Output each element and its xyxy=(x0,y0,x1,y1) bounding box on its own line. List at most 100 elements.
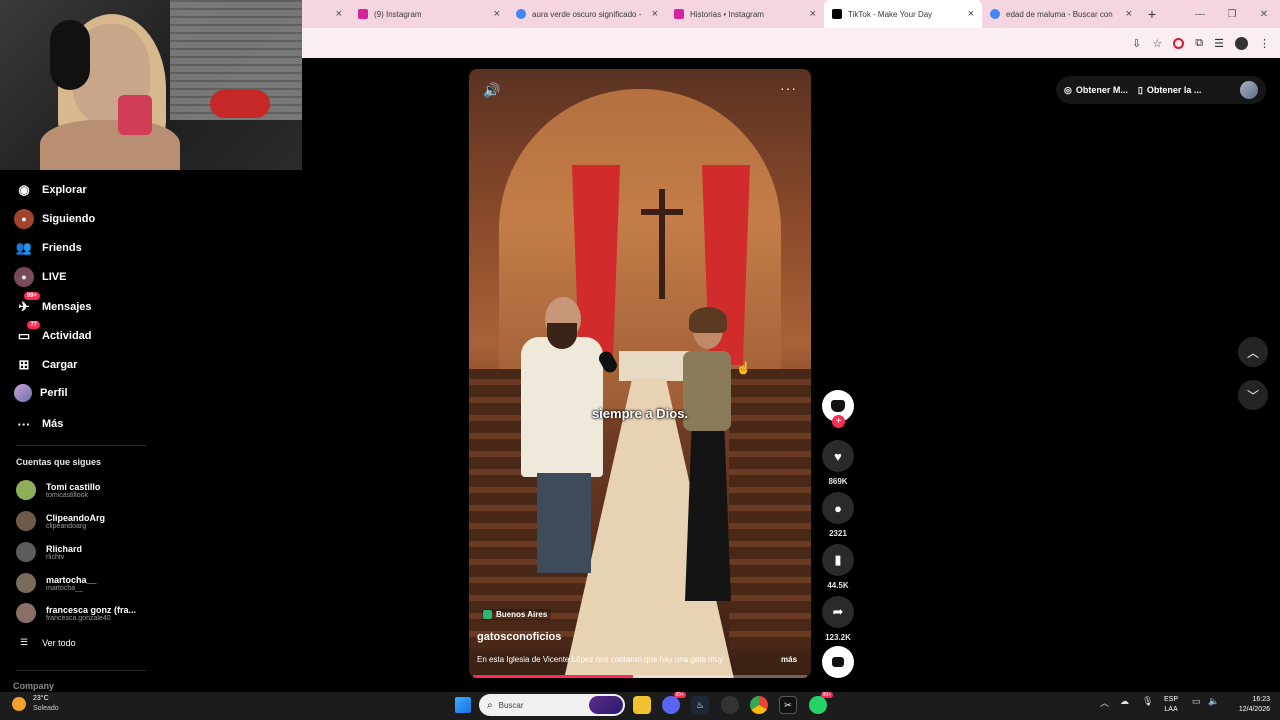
microphone-icon[interactable]: 🎙 xyxy=(1142,696,1153,707)
clock-date: 12/4/2026 xyxy=(1238,706,1270,713)
sidebar-item-label: Explorar xyxy=(42,184,87,196)
heart-icon[interactable]: ♥ xyxy=(822,440,854,472)
tab-close-icon[interactable]: × xyxy=(810,8,816,20)
windows-start-icon[interactable] xyxy=(455,697,471,713)
video-author[interactable]: gatosconoficios xyxy=(477,631,561,643)
company-link[interactable]: Company xyxy=(13,681,54,691)
friends-icon: 👥 xyxy=(15,240,33,255)
webcam-microphone xyxy=(210,90,270,118)
following-item-tomi[interactable]: Tomi castillo tomicastillook xyxy=(16,480,100,500)
sidebar-item-perfil[interactable]: Perfil xyxy=(14,384,68,402)
profile-avatar-icon[interactable] xyxy=(1235,36,1248,50)
sidebar-item-live[interactable]: ● LIVE xyxy=(14,267,66,287)
install-app-icon[interactable]: ⇩ xyxy=(1132,37,1141,50)
weather-widget[interactable]: 23°C Soleado xyxy=(12,694,59,714)
capcut-icon[interactable]: ✂ xyxy=(779,696,797,714)
tab-google-search[interactable]: aura verde oscuro significado - × xyxy=(508,0,666,28)
discord-icon[interactable]: 99+ xyxy=(662,692,686,714)
tab-0[interactable]: × xyxy=(302,0,350,28)
save-action[interactable]: ▮ 44.5K xyxy=(821,544,855,590)
avatar xyxy=(16,511,36,531)
webcam-person-body xyxy=(40,120,180,170)
sun-icon xyxy=(12,697,26,711)
bookmark-icon[interactable]: ▮ xyxy=(822,544,854,576)
avatar xyxy=(16,573,36,593)
taskbar-search[interactable]: ⌕ Buscar xyxy=(479,694,625,716)
clock[interactable]: 16:23 12/4/2026 xyxy=(1226,695,1270,715)
following-name: Tomi castillo xyxy=(46,481,101,492)
opera-extension-icon[interactable] xyxy=(1173,37,1185,49)
sidebar-item-friends[interactable]: 👥 Friends xyxy=(14,238,82,258)
tab-tiktok[interactable]: TikTok - Make Your Day × xyxy=(824,0,982,28)
tab-close-icon[interactable]: × xyxy=(336,8,342,20)
sidebar-divider xyxy=(16,445,146,446)
video-description: En esta Iglesia de Vicente López nos con… xyxy=(477,655,724,664)
onedrive-icon[interactable]: ☁ xyxy=(1120,696,1129,707)
tab-title: (9) Instagram xyxy=(374,9,422,19)
cat-logo-icon xyxy=(832,657,844,667)
following-item-francesca[interactable]: francesca gonz (fra... francesca.gonzale… xyxy=(16,603,136,623)
sidebar-item-mensajes[interactable]: ✈ 99+ Mensajes xyxy=(14,292,92,317)
get-coins-button[interactable]: ◎ Obtener M... xyxy=(1064,85,1128,96)
following-item-clipeando[interactable]: ClipeandoArg clipeandoarg xyxy=(16,511,105,531)
next-video-button[interactable]: ﹀ xyxy=(1238,380,1268,410)
share-icon[interactable]: ➦ xyxy=(822,596,854,628)
see-all-following-link[interactable]: ☰ Ver todo xyxy=(20,637,76,648)
following-item-rlichard[interactable]: Rlichard rlichtv xyxy=(16,542,82,562)
profile-icon xyxy=(14,384,32,402)
tab-instagram-stories[interactable]: Historias • Instagram × xyxy=(666,0,824,28)
search-placeholder: Buscar xyxy=(498,700,524,710)
volume-tray-icon[interactable]: 🔈 xyxy=(1208,696,1219,707)
user-avatar[interactable] xyxy=(1240,81,1258,99)
new-tab-button[interactable]: + xyxy=(1140,6,1164,22)
tab-instagram[interactable]: (9) Instagram × xyxy=(350,0,508,28)
tab-close-icon[interactable]: × xyxy=(968,8,974,20)
whatsapp-icon[interactable]: 99+ xyxy=(809,692,833,714)
sidebar-item-explorar[interactable]: ◉ Explorar xyxy=(14,180,87,200)
extensions-icon[interactable]: ⧉ xyxy=(1195,37,1203,50)
following-item-martocha[interactable]: martocha__ martocha__ xyxy=(16,573,97,593)
description-more-button[interactable]: más xyxy=(781,655,797,664)
obs-icon[interactable] xyxy=(721,696,739,714)
network-icon[interactable]: ▭ xyxy=(1192,696,1201,707)
woman-hair xyxy=(689,307,727,333)
tab-close-icon[interactable]: × xyxy=(652,8,658,20)
instagram-icon xyxy=(358,9,368,19)
sidebar-item-mas[interactable]: ··· Más xyxy=(14,414,64,434)
more-options-icon[interactable]: ··· xyxy=(780,80,797,96)
music-disc-icon[interactable] xyxy=(822,646,854,678)
maximize-icon[interactable]: ❐ xyxy=(1216,9,1248,20)
comment-icon[interactable]: ● xyxy=(822,492,854,524)
omnibox[interactable] xyxy=(302,32,1082,54)
previous-video-button[interactable]: ︿ xyxy=(1238,337,1268,367)
video-player[interactable]: 🔊 ··· siempre a Dios. Buenos Aires gatos… xyxy=(469,69,811,678)
sidebar-item-actividad[interactable]: ▭ 77 Actividad xyxy=(14,321,92,346)
screen: × (9) Instagram × aura verde oscuro sign… xyxy=(0,0,1280,720)
video-scene-woman xyxy=(677,307,737,603)
sidebar-item-label: Más xyxy=(42,418,64,430)
tab-google-search-2[interactable]: edad de maluma - Buscar con × xyxy=(982,0,1140,28)
browser-menu-icon[interactable]: ⋮ xyxy=(1259,37,1270,50)
close-window-icon[interactable]: ✕ xyxy=(1248,9,1280,20)
language-indicator[interactable]: ESP LAA xyxy=(1164,695,1178,715)
comment-action[interactable]: ● 2321 xyxy=(821,492,855,538)
minimize-icon[interactable]: — xyxy=(1184,9,1216,20)
get-app-button[interactable]: ▯ Obtener la ... xyxy=(1138,85,1201,96)
sidebar-divider xyxy=(16,670,146,671)
video-progress-bar[interactable] xyxy=(473,675,807,678)
chrome-icon[interactable] xyxy=(750,696,768,714)
like-action[interactable]: ♥ 869K xyxy=(821,440,855,486)
bookmark-star-icon[interactable]: ☆ xyxy=(1152,37,1162,50)
tab-close-icon[interactable]: × xyxy=(1126,8,1132,20)
share-action[interactable]: ➦ 123.2K xyxy=(821,596,855,642)
volume-icon[interactable]: 🔊 xyxy=(483,82,500,99)
tab-close-icon[interactable]: × xyxy=(494,8,500,20)
tray-overflow-icon[interactable]: ︿ xyxy=(1100,696,1109,709)
reading-list-icon[interactable]: ☰ xyxy=(1214,37,1224,50)
steam-icon[interactable]: ♨ xyxy=(691,696,709,714)
location-tag[interactable]: Buenos Aires xyxy=(482,609,552,620)
follow-plus-button[interactable]: + xyxy=(832,415,845,428)
file-explorer-icon[interactable] xyxy=(633,696,651,714)
sidebar-item-siguiendo[interactable]: ● Siguiendo xyxy=(14,209,95,229)
sidebar-item-cargar[interactable]: ⊞ Cargar xyxy=(14,355,78,375)
